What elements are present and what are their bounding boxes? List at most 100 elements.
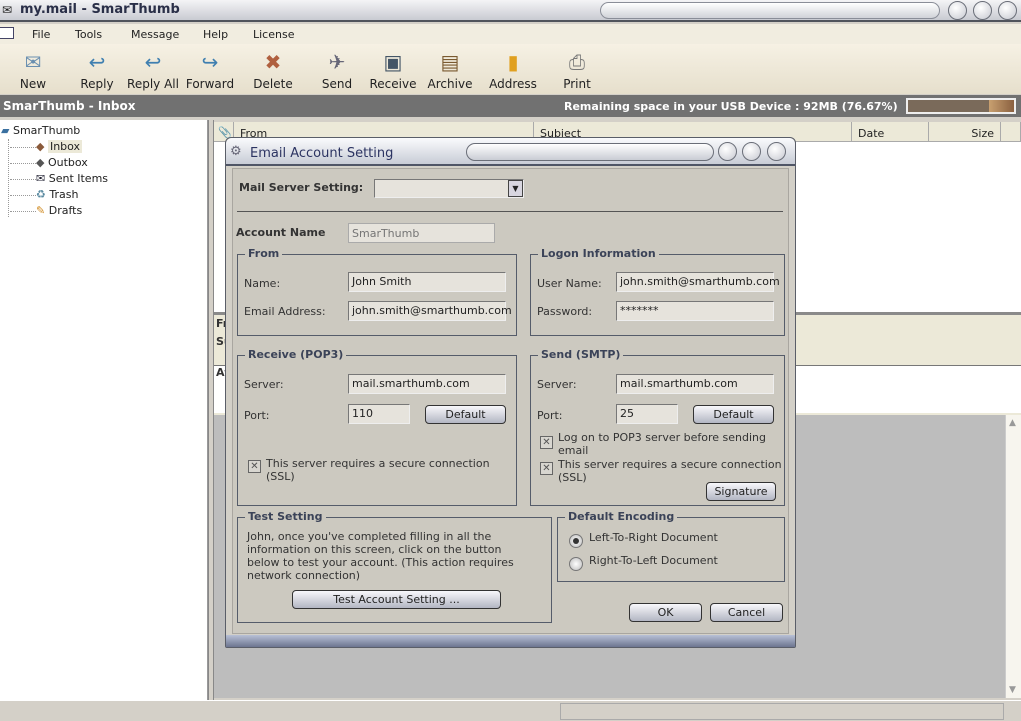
test-setting-text: John, once you've completed filling in a… [247,530,514,582]
reply-all-button[interactable]: ↩ Reply All [123,46,183,91]
smtp-server-input[interactable]: mail.smarthumb.com [616,374,774,394]
cancel-button[interactable]: Cancel [710,603,783,622]
receive-legend: Receive (POP3) [245,348,347,361]
menu-message[interactable]: Message [131,28,179,41]
tree-item-inbox[interactable]: ◆ Inbox [10,139,100,155]
dialog-close-button[interactable] [767,142,786,161]
smtp-ssl-label: This server requires a secure connection… [558,458,782,484]
column-filler [1001,122,1021,142]
menu-file[interactable]: File [32,28,50,41]
folder-tree: ▰ SmarThumb ◆ Inbox ◆ Outbox ✉ Sent Item… [0,120,208,700]
dialog-footer [226,635,795,647]
dialog-minimize-button[interactable] [718,142,737,161]
send-button[interactable]: ✈ Send [307,46,367,91]
reply-all-icon: ↩ [144,50,162,74]
email-account-dialog: ⚙ Email Account Setting Mail Server Sett… [225,137,796,648]
forward-button[interactable]: ↪ Forward [180,46,240,91]
name-label: Name: [244,277,281,290]
menu-help[interactable]: Help [203,28,228,41]
pop-before-smtp-label: Log on to POP3 server before sending ema… [558,431,766,457]
menu-bar: File Tools Message Help License [0,24,1021,44]
trash-icon: ♻ [36,188,46,201]
printer-icon: ⎙ [569,50,585,74]
pop-ssl-label: This server requires a secure connection… [266,457,490,483]
logon-group: Logon Information User Name: john.smith@… [530,247,785,336]
divider [237,211,783,212]
rtl-label: Right-To-Left Document [589,554,718,567]
test-account-button[interactable]: Test Account Setting ... [292,590,501,609]
close-button[interactable] [998,1,1017,20]
tree-root[interactable]: ▰ SmarThumb [1,123,80,139]
ltr-label: Left-To-Right Document [589,531,718,544]
folder-header: SmarThumb - Inbox Remaining space in you… [0,95,1021,117]
account-name-input[interactable] [348,223,495,243]
receive-button[interactable]: ▣ Receive [363,46,423,91]
mail-server-label: Mail Server Setting: [239,181,364,194]
pop-before-smtp-checkbox[interactable]: ✕ [540,436,553,449]
encoding-legend: Default Encoding [565,510,678,523]
print-button[interactable]: ⎙ Print [547,46,607,91]
scroll-up-icon[interactable]: ▲ [1009,418,1016,428]
column-size[interactable]: Size [929,122,1001,142]
toolbar: ✉ New ↩ Reply ↩ Reply All ↪ Forward ✖ Delete … [0,44,1021,94]
reply-button[interactable]: ↩ Reply [67,46,127,91]
minimize-button[interactable] [948,1,967,20]
tree-item-trash[interactable]: ♻ Trash [10,187,78,203]
column-date[interactable]: Date [852,122,929,142]
test-setting-legend: Test Setting [245,510,326,523]
pop-port-input[interactable]: 110 [348,404,410,424]
pop-server-input[interactable]: mail.smarthumb.com [348,374,506,394]
envelope-icon: ✉ [24,50,42,74]
title-bar: ✉ my.mail - SmarThumb [0,0,1021,22]
dialog-title-bar[interactable]: ⚙ Email Account Setting [226,138,795,166]
account-name-label: Account Name [236,226,326,239]
rtl-radio[interactable] [569,557,583,571]
delete-button[interactable]: ✖ Delete [243,46,303,91]
maximize-button[interactable] [973,1,992,20]
scroll-down-icon[interactable]: ▼ [1009,685,1016,695]
archive-button[interactable]: ▤ Archive [420,46,480,91]
app-icon: ✉ [2,3,13,17]
new-button[interactable]: ✉ New [3,46,63,91]
window-title: my.mail - SmarThumb [20,2,180,17]
email-input[interactable]: john.smith@smarthumb.com [348,301,512,321]
smtp-ssl-checkbox[interactable]: ✕ [540,462,553,475]
smtp-default-button[interactable]: Default [693,405,774,424]
smtp-port-label: Port: [537,409,563,422]
menu-tools[interactable]: Tools [75,28,102,41]
from-legend: From [245,247,283,260]
receive-group: Receive (POP3) Server: mail.smarthumb.co… [237,348,517,506]
status-bar [0,700,1021,721]
tree-item-outbox[interactable]: ◆ Outbox [10,155,88,171]
smtp-port-input[interactable]: 25 [616,404,678,424]
address-button[interactable]: ▮ Address [483,46,543,91]
ltr-radio[interactable] [569,534,583,548]
tree-item-drafts[interactable]: ✎ Drafts [10,203,82,219]
username-input[interactable]: john.smith@smarthumb.com [616,272,780,292]
dialog-icon: ⚙ [230,144,242,159]
receive-icon: ▣ [383,50,403,74]
window-menu-icon[interactable] [0,27,14,39]
pop-port-label: Port: [244,409,270,422]
inbox-icon: ◆ [36,140,45,153]
name-input[interactable]: John Smith [348,272,506,292]
smtp-server-label: Server: [537,378,577,391]
tree-item-sent-items[interactable]: ✉ Sent Items [10,171,108,187]
chevron-down-icon[interactable]: ▼ [508,180,523,197]
title-bar-track [600,2,940,19]
dialog-maximize-button[interactable] [742,142,761,161]
tree-line [8,139,9,217]
mail-server-select[interactable]: ▼ [374,179,524,198]
menu-license[interactable]: License [253,28,294,41]
archive-icon: ▤ [440,50,460,74]
email-label: Email Address: [244,305,326,318]
pop-ssl-checkbox[interactable]: ✕ [248,460,261,473]
password-input[interactable]: ******* [616,301,774,321]
usb-drive-icon: ▰ [1,124,10,137]
signature-button[interactable]: Signature [706,482,776,501]
vertical-scrollbar[interactable]: ▲ ▼ [1005,415,1021,698]
pop-default-button[interactable]: Default [425,405,506,424]
address-book-icon: ▮ [507,50,519,74]
ok-button[interactable]: OK [629,603,702,622]
send-legend: Send (SMTP) [538,348,624,361]
